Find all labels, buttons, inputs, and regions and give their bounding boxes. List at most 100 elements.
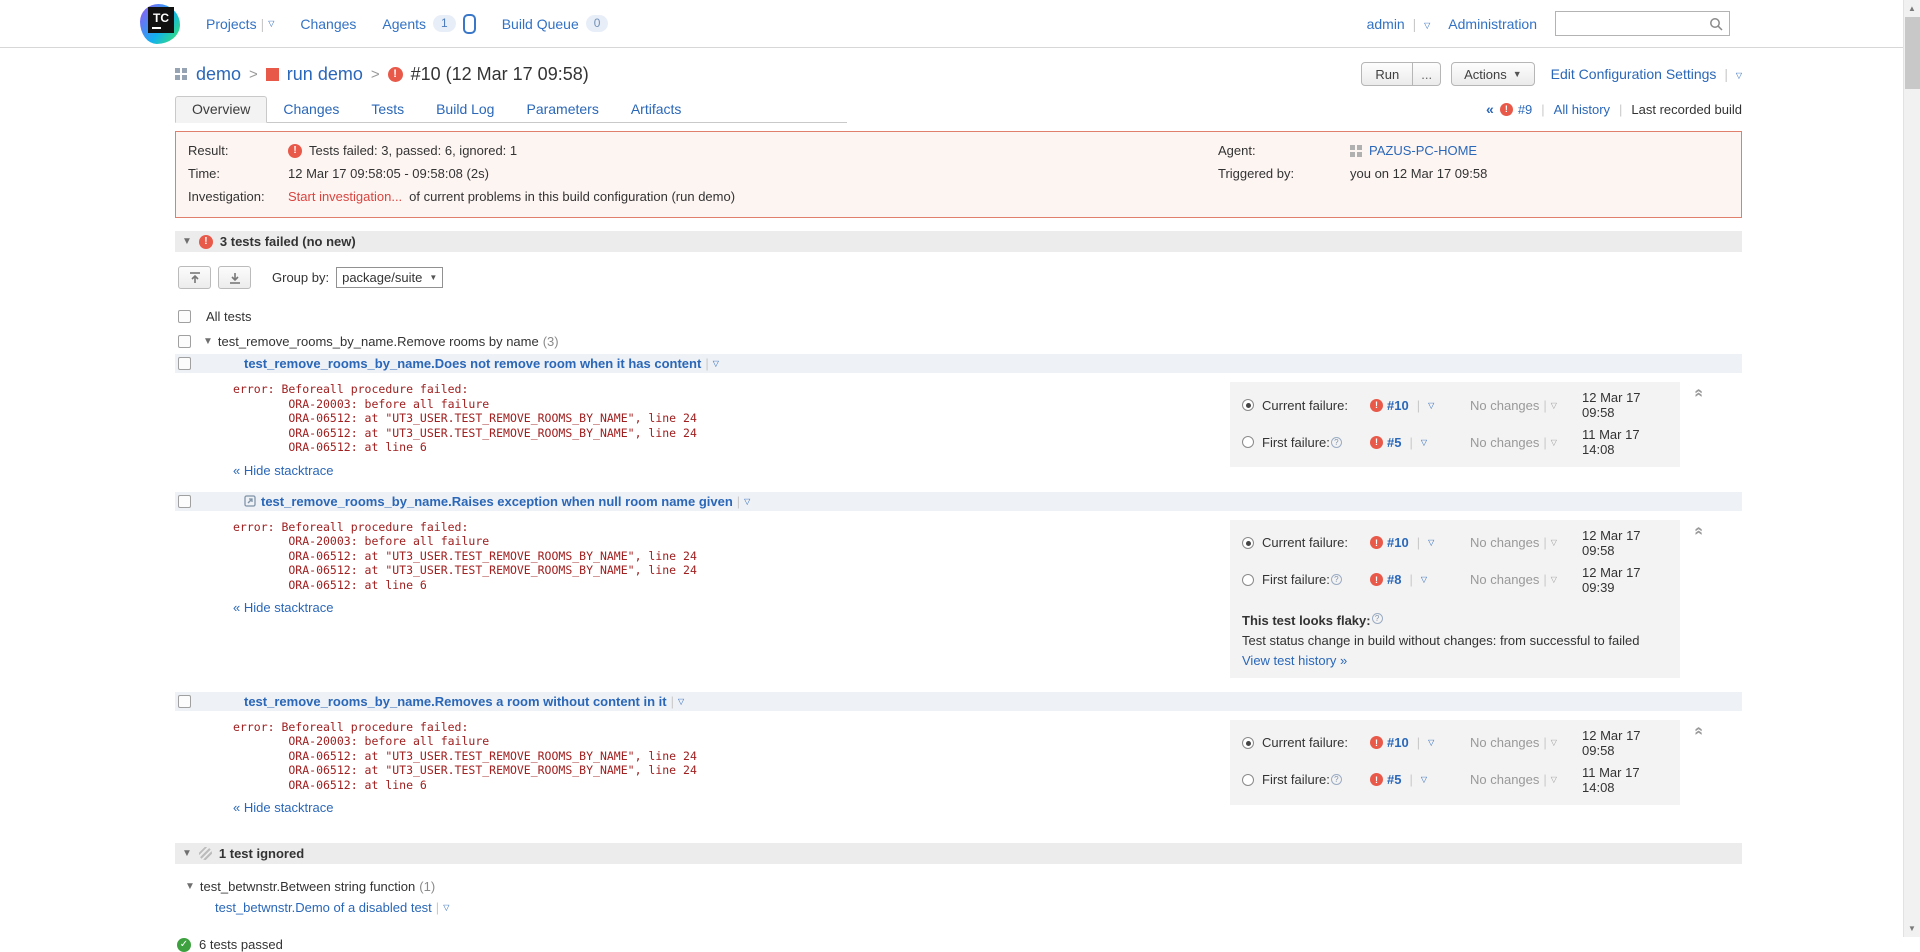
test-name-link[interactable]: test_remove_rooms_by_name.Does not remov…	[244, 356, 701, 371]
nav-build-queue[interactable]: Build Queue 0	[502, 15, 609, 32]
separator: |	[737, 494, 740, 509]
test-name-link[interactable]: test_remove_rooms_by_name.Removes a room…	[244, 694, 667, 709]
chevron-down-icon[interactable]: ▽	[268, 19, 274, 28]
ignored-test-link[interactable]: test_betwnstr.Demo of a disabled test	[215, 900, 432, 915]
actions-button[interactable]: Actions ▼	[1451, 62, 1535, 86]
search-box[interactable]	[1555, 11, 1730, 36]
chevron-down-icon[interactable]: ▽	[1424, 21, 1430, 30]
tab-tests[interactable]: Tests	[355, 97, 420, 122]
chevron-down-icon[interactable]: ▽	[1551, 401, 1557, 410]
no-changes-link[interactable]: No changes	[1470, 435, 1539, 450]
chevron-down-icon[interactable]: ▽	[443, 903, 449, 912]
chevron-down-icon[interactable]: ▽	[1551, 438, 1557, 447]
chevron-down-icon[interactable]: ▽	[1428, 401, 1434, 410]
tab-overview[interactable]: Overview	[175, 96, 267, 123]
current-failure-label: Current failure:	[1262, 735, 1348, 750]
current-failure-build-link[interactable]: #10	[1387, 735, 1409, 750]
chevron-down-icon[interactable]: ▽	[1551, 775, 1557, 784]
chevron-down-icon[interactable]: ▽	[1551, 575, 1557, 584]
collapse-details-icon[interactable]: «	[1689, 389, 1707, 398]
current-failure-radio[interactable]	[1242, 399, 1254, 411]
no-changes-link[interactable]: No changes	[1470, 398, 1539, 413]
test-name-link[interactable]: test_remove_rooms_by_name.Raises excepti…	[216, 494, 733, 509]
run-button[interactable]: Run	[1361, 62, 1413, 86]
all-tests-checkbox[interactable]	[178, 310, 191, 323]
scrollbar[interactable]: ▲ ▼	[1903, 0, 1920, 937]
chevron-down-icon[interactable]: ▽	[1428, 738, 1434, 747]
current-failure-radio[interactable]	[1242, 537, 1254, 549]
agents-toggle-icon[interactable]	[463, 14, 476, 34]
tab-changes[interactable]: Changes	[267, 97, 355, 122]
no-changes-link[interactable]: No changes	[1470, 572, 1539, 587]
nav-projects[interactable]: Projects | ▽	[206, 16, 274, 32]
first-failure-build-link[interactable]: #8	[1387, 572, 1401, 587]
run-options-button[interactable]: ...	[1413, 62, 1441, 86]
first-failure-build-link[interactable]: #5	[1387, 435, 1401, 450]
scrollbar-thumb[interactable]	[1905, 17, 1920, 89]
suite-collapse-icon[interactable]: ▼	[185, 881, 195, 892]
tab-parameters[interactable]: Parameters	[510, 97, 614, 122]
hide-stacktrace-link[interactable]: « Hide stacktrace	[233, 463, 333, 478]
failure-date: 11 Mar 17 14:08	[1582, 765, 1668, 795]
chevron-down-icon[interactable]: ▽	[1421, 438, 1427, 447]
test-checkbox[interactable]	[178, 357, 191, 370]
build-tabs: Overview Changes Tests Build Log Paramet…	[175, 96, 847, 123]
collapse-triangle-icon[interactable]: ▼	[182, 848, 192, 859]
expand-all-button[interactable]	[218, 266, 251, 289]
group-by-select[interactable]: package/suite ▼	[336, 267, 443, 288]
hide-stacktrace-link[interactable]: « Hide stacktrace	[233, 600, 333, 615]
agent-link[interactable]: PAZUS-PC-HOME	[1369, 143, 1477, 158]
chevron-down-icon[interactable]: ▽	[1421, 575, 1427, 584]
current-failure-radio[interactable]	[1242, 737, 1254, 749]
all-history-link[interactable]: All history	[1554, 102, 1610, 117]
chevron-down-icon[interactable]: ▽	[678, 697, 684, 706]
chevron-down-icon[interactable]: ▽	[1551, 738, 1557, 747]
flaky-description: Test status change in build without chan…	[1242, 633, 1668, 648]
failed-tests-section-header[interactable]: ▼ ! 3 tests failed (no new)	[175, 231, 1742, 252]
user-menu[interactable]: admin | ▽	[1367, 16, 1431, 32]
previous-build-link[interactable]: #9	[1518, 102, 1532, 117]
build-failed-icon: !	[388, 67, 403, 82]
edit-configuration-settings[interactable]: Edit Configuration Settings | ▽	[1551, 66, 1742, 82]
ignored-tests-section-header[interactable]: ▼ 1 test ignored	[175, 843, 1742, 864]
breadcrumb-project-link[interactable]: demo	[196, 64, 241, 85]
previous-build-arrow[interactable]: «	[1486, 101, 1494, 117]
search-input[interactable]	[1562, 15, 1709, 32]
suite-collapse-icon[interactable]: ▼	[203, 336, 213, 347]
no-changes-link[interactable]: No changes	[1470, 772, 1539, 787]
first-failure-radio[interactable]	[1242, 774, 1254, 786]
chevron-down-icon[interactable]: ▽	[744, 497, 750, 506]
first-failure-radio[interactable]	[1242, 436, 1254, 448]
scroll-down-arrow[interactable]: ▼	[1904, 920, 1920, 937]
investigation-label: Investigation:	[188, 189, 288, 204]
no-changes-link[interactable]: No changes	[1470, 535, 1539, 550]
chevron-down-icon[interactable]: ▽	[1421, 775, 1427, 784]
hide-stacktrace-link[interactable]: « Hide stacktrace	[233, 800, 333, 815]
collapse-all-button[interactable]	[178, 266, 211, 289]
collapse-details-icon[interactable]: «	[1689, 526, 1707, 535]
chevron-down-icon[interactable]: ▽	[1736, 71, 1742, 80]
collapse-details-icon[interactable]: «	[1689, 726, 1707, 735]
nav-agents[interactable]: Agents 1	[382, 14, 475, 34]
current-failure-build-link[interactable]: #10	[1387, 535, 1409, 550]
tab-artifacts[interactable]: Artifacts	[615, 97, 698, 122]
scroll-up-arrow[interactable]: ▲	[1904, 0, 1920, 17]
first-failure-radio[interactable]	[1242, 574, 1254, 586]
chevron-down-icon[interactable]: ▽	[713, 359, 719, 368]
teamcity-logo[interactable]: TC	[140, 4, 180, 44]
nav-administration[interactable]: Administration	[1448, 16, 1537, 32]
suite-checkbox[interactable]	[178, 335, 191, 348]
test-checkbox[interactable]	[178, 495, 191, 508]
nav-changes[interactable]: Changes	[300, 16, 356, 32]
chevron-down-icon[interactable]: ▽	[1551, 538, 1557, 547]
first-failure-build-link[interactable]: #5	[1387, 772, 1401, 787]
collapse-triangle-icon[interactable]: ▼	[182, 236, 192, 247]
test-checkbox[interactable]	[178, 695, 191, 708]
start-investigation-link[interactable]: Start investigation...	[288, 189, 402, 204]
current-failure-build-link[interactable]: #10	[1387, 398, 1409, 413]
tab-build-log[interactable]: Build Log	[420, 97, 510, 122]
view-test-history-link[interactable]: View test history »	[1242, 653, 1347, 668]
chevron-down-icon[interactable]: ▽	[1428, 538, 1434, 547]
breadcrumb-config-link[interactable]: run demo	[287, 64, 363, 85]
no-changes-link[interactable]: No changes	[1470, 735, 1539, 750]
